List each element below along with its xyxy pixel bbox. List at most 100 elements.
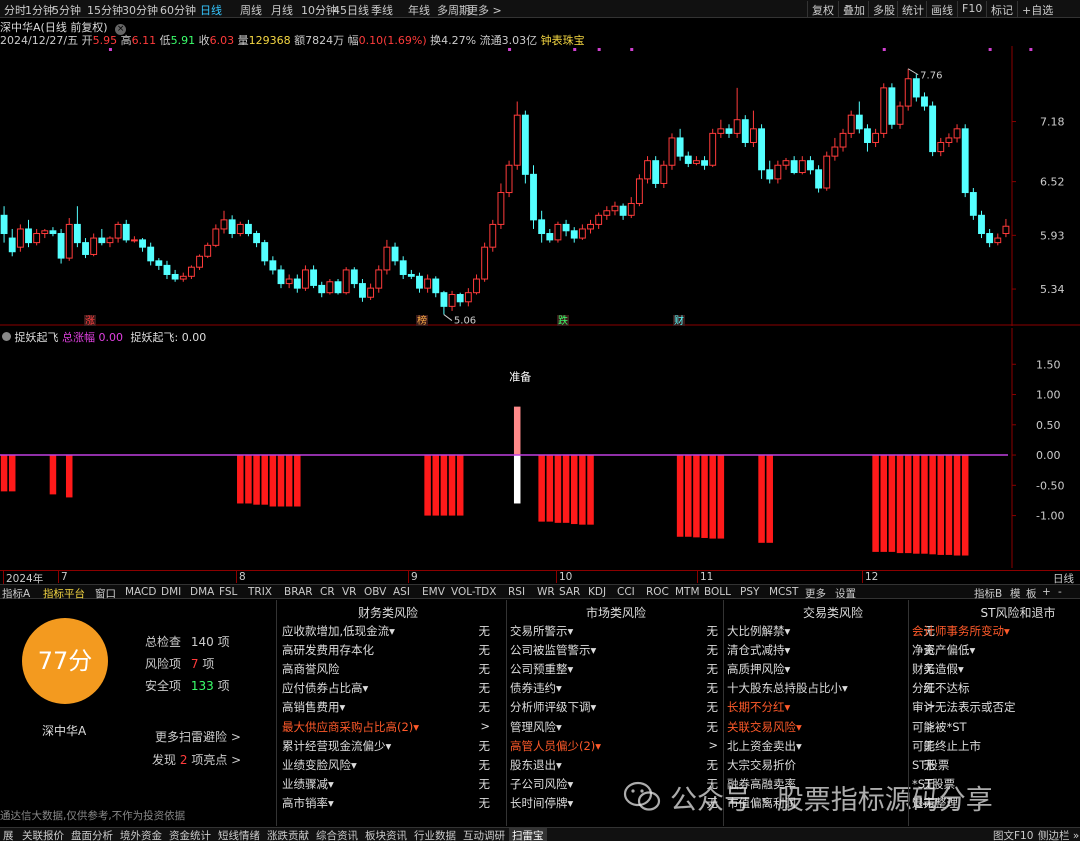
toolbar-button-1[interactable]: 叠加 (838, 1, 865, 17)
period-tab-14[interactable]: 更多 > (467, 2, 502, 18)
risk-item-row[interactable]: 子公司风险▾ 无 (510, 776, 724, 795)
risk-item-row[interactable]: 可能被*ST无 (912, 719, 1080, 738)
toolbar-button-5[interactable]: F10 (957, 1, 982, 17)
risk-item-row[interactable]: 应收款增加,低现金流▾ 无 (282, 623, 496, 642)
risk-item-row[interactable]: 公司预重整▾ 无 (510, 661, 724, 680)
risk-item-row[interactable]: 应付债券占比高▾ 无 (282, 680, 496, 699)
toolbar-button-0[interactable]: 复权 (807, 1, 834, 17)
indicator-tab-22[interactable]: BOLL (704, 586, 731, 598)
status-tab-9[interactable]: 行业数据 (411, 828, 459, 841)
toolbar-button-4[interactable]: 画线 (926, 1, 953, 17)
period-tab-3[interactable]: 15分钟 (87, 2, 123, 18)
status-right-0[interactable]: 图文F10 (993, 828, 1033, 841)
indicator-tab-11[interactable]: OBV (364, 586, 386, 598)
indicator-tab-7[interactable]: TRIX (248, 586, 272, 598)
indicator-tab-6[interactable]: FSL (219, 586, 237, 598)
indicator-tab-17[interactable]: SAR (559, 586, 580, 598)
risk-item-row[interactable]: 高商誉风险 无 (282, 661, 496, 680)
indicator-tab-24[interactable]: MCST (769, 586, 798, 598)
risk-item-row[interactable]: 分析师评级下调▾ 无 (510, 699, 724, 718)
risk-item-row[interactable]: 长时间停牌▾ 无 (510, 795, 724, 814)
status-tab-8[interactable]: 板块资讯 (362, 828, 410, 841)
indicator-tab-20[interactable]: ROC (646, 586, 669, 598)
period-tab-6[interactable]: 日线 (200, 2, 222, 18)
event-tag-2[interactable]: 跌 (557, 314, 569, 326)
indicator-tab-5[interactable]: DMA (190, 586, 214, 598)
risk-item-row[interactable]: 交易所警示▾ 无 (510, 623, 724, 642)
risk-item-row[interactable]: 高市销率▾ 无 (282, 795, 496, 814)
risk-item-row[interactable]: 会计师事务所变动▾> (912, 623, 1080, 642)
period-tab-1[interactable]: 1分钟 (25, 2, 54, 18)
risk-item-row[interactable]: 财务造假▾无 (912, 661, 1080, 680)
toolbar-button-6[interactable]: 标记 (986, 1, 1013, 17)
period-tab-2[interactable]: 5分钟 (52, 2, 81, 18)
risk-item-row[interactable]: 净资产偏低▾无 (912, 642, 1080, 661)
indicator-tab-9[interactable]: CR (320, 586, 335, 598)
risk-item-row[interactable]: 公司被监管警示▾ 无 (510, 642, 724, 661)
risk-item-row[interactable]: 股东退出▾ 无 (510, 757, 724, 776)
risk-item-row[interactable]: 累计经营现金流偏少▾ 无 (282, 738, 496, 757)
indicator-tab-right-3[interactable]: + (1042, 586, 1051, 598)
risk-item-row[interactable]: 分红不达标无 (912, 680, 1080, 699)
indicator-tab-2[interactable]: 窗口 (95, 586, 116, 601)
indicator-tab-15[interactable]: RSI (508, 586, 525, 598)
indicator-tab-right-4[interactable]: - (1058, 586, 1062, 598)
status-tab-4[interactable]: 资金统计 (166, 828, 214, 841)
risk-item-row[interactable]: 最大供应商采购占比高(2)▾ > (282, 719, 496, 738)
period-tab-0[interactable]: 分时 (4, 2, 26, 18)
indicator-tab-16[interactable]: WR (537, 586, 555, 598)
indicator-chart[interactable]: 1.50 1.00 0.50 0.00 -0.50 -1.00 准备 (0, 328, 1080, 568)
status-right-1[interactable]: 侧边栏 » (1038, 828, 1079, 841)
indicator-tab-0[interactable]: 指标A (2, 586, 30, 601)
risk-item-row[interactable]: 业绩变脸风险▾ 无 (282, 757, 496, 776)
toolbar-button-7[interactable]: +自选 (1017, 1, 1053, 17)
more-scan-link[interactable]: 更多扫雷避险 > (155, 728, 241, 745)
indicator-tab-10[interactable]: VR (342, 586, 356, 598)
period-tab-9[interactable]: 10分钟 (301, 2, 337, 18)
indicator-tab-8[interactable]: BRAR (284, 586, 313, 598)
indicator-tab-21[interactable]: MTM (675, 586, 700, 598)
period-tab-12[interactable]: 年线 (408, 2, 430, 18)
risk-item-row[interactable]: 审计无法表示或否定无 (912, 699, 1080, 718)
event-tag-0[interactable]: 涨 (84, 315, 96, 326)
event-tag-3[interactable]: 财 (673, 314, 685, 326)
indicator-tab-right-0[interactable]: 指标B (974, 586, 1002, 601)
event-tag-1[interactable]: 榜 (416, 314, 428, 326)
period-tab-5[interactable]: 60分钟 (160, 2, 196, 18)
risk-item-row[interactable]: 业绩骤减▾ 无 (282, 776, 496, 795)
indicator-tab-right-2[interactable]: 板 (1026, 586, 1037, 601)
indicator-tab-3[interactable]: MACD (125, 586, 156, 598)
period-tab-13[interactable]: 多周期 (437, 2, 470, 18)
risk-item-row[interactable]: 高销售费用▾ 无 (282, 699, 496, 718)
toolbar-button-2[interactable]: 多股 (868, 1, 895, 17)
status-tab-5[interactable]: 短线情绪 (215, 828, 263, 841)
period-tab-11[interactable]: 季线 (371, 2, 393, 18)
indicator-tab-13[interactable]: EMV (422, 586, 445, 598)
period-tab-8[interactable]: 月线 (271, 2, 293, 18)
indicator-tab-right-1[interactable]: 模 (1010, 586, 1021, 601)
risk-item-row[interactable]: *ST股票无 (912, 776, 1080, 795)
status-tab-1[interactable]: 关联报价 (19, 828, 67, 841)
risk-item-row[interactable]: ST股票无 (912, 757, 1080, 776)
status-tab-10[interactable]: 互动调研 (460, 828, 508, 841)
risk-item-row[interactable]: 债券违约▾ 无 (510, 680, 724, 699)
candlestick-chart[interactable]: 7.18 6.52 5.93 5.34 7.76 5.06 涨 榜 跌 财 (0, 46, 1080, 326)
indicator-tab-23[interactable]: PSY (740, 586, 759, 598)
toolbar-button-3[interactable]: 统计 (897, 1, 924, 17)
risk-item-row[interactable]: 可能终止上市无 (912, 738, 1080, 757)
indicator-tab-25[interactable]: 更多 (805, 586, 826, 601)
period-tab-4[interactable]: 30分钟 (122, 2, 158, 18)
indicator-tab-1[interactable]: 指标平台 (43, 586, 85, 601)
status-tab-2[interactable]: 盘面分析 (68, 828, 116, 841)
period-tab-10[interactable]: 45日线 (333, 2, 369, 18)
status-tab-7[interactable]: 综合资讯 (313, 828, 361, 841)
risk-item-row[interactable]: 高研发费用存本化 无 (282, 642, 496, 661)
indicator-tab-4[interactable]: DMI (161, 586, 181, 598)
indicator-tab-18[interactable]: KDJ (588, 586, 606, 598)
indicator-tab-14[interactable]: VOL-TDX (451, 586, 496, 598)
period-tab-7[interactable]: 周线 (240, 2, 262, 18)
status-tab-6[interactable]: 涨跌贡献 (264, 828, 312, 841)
risk-item-row[interactable]: 高管人员偏少(2)▾ > (510, 738, 724, 757)
status-tab-11[interactable]: 扫雷宝 (509, 828, 547, 841)
highlights-link[interactable]: 发现 2 项亮点 > (152, 751, 241, 768)
